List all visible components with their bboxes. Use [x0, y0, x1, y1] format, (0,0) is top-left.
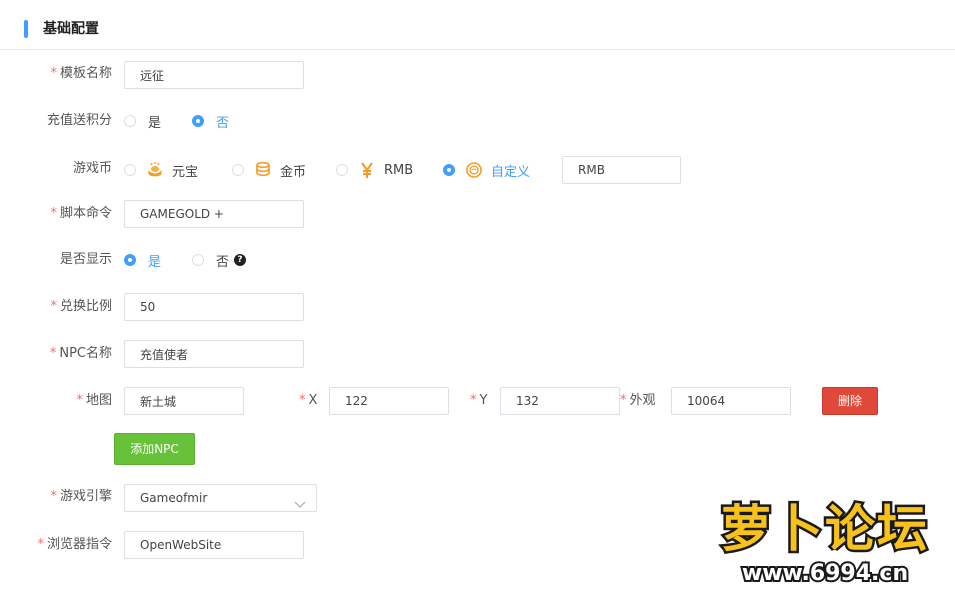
display-label: 是否显示 [59, 252, 112, 267]
watermark-url: www.6994.cn [742, 561, 908, 586]
template-name-input[interactable] [124, 61, 304, 89]
currency-rmb-radio[interactable]: RMB [336, 160, 413, 180]
recharge-points-yes-radio[interactable]: 是 [124, 111, 161, 131]
section-title: 基础配置 [43, 21, 99, 37]
npc-name-label: * NPC名称 [49, 346, 112, 361]
x-label: * X [299, 393, 318, 408]
game-engine-select[interactable]: Gameofmir [124, 484, 317, 512]
y-label: * Y [470, 393, 488, 408]
map-label: * 地图 [76, 393, 112, 408]
section-header: 基础配置 [0, 0, 955, 50]
currency-custom-radio[interactable]: 自定义 [443, 160, 530, 180]
custom-coin-icon [465, 161, 483, 179]
watermark-title: 萝卜论坛 [721, 500, 929, 558]
game-engine-label: * 游戏引擎 [50, 489, 112, 504]
x-input[interactable] [329, 387, 449, 415]
section-accent-bar [24, 20, 28, 38]
game-currency-label: 游戏币 [72, 161, 112, 176]
delete-npc-button[interactable]: 删除 [822, 387, 878, 415]
map-input[interactable] [124, 387, 244, 415]
ingot-icon [146, 161, 164, 179]
y-input[interactable] [500, 387, 620, 415]
currency-gold-radio[interactable]: 金币 [232, 160, 306, 180]
browser-command-input[interactable] [124, 531, 304, 559]
yen-icon [358, 161, 376, 179]
npc-name-input[interactable] [124, 340, 304, 368]
display-yes-radio[interactable]: 是 [124, 250, 161, 270]
browser-command-label: * 浏览器指令 [37, 537, 112, 552]
game-engine-value: Gameofmir [140, 491, 208, 505]
template-name-label: * 模板名称 [50, 66, 112, 81]
currency-ingot-radio[interactable]: 元宝 [124, 160, 198, 180]
script-command-input[interactable] [124, 200, 304, 228]
script-command-label: * 脚本命令 [50, 206, 112, 221]
look-label: * 外观 [620, 393, 656, 408]
exchange-ratio-input[interactable] [124, 293, 304, 321]
recharge-points-label: 充值送积分 [46, 113, 112, 128]
gold-coins-icon [254, 161, 272, 179]
look-input[interactable] [671, 387, 791, 415]
recharge-points-no-radio[interactable]: 否 [192, 111, 229, 131]
chevron-down-icon [294, 493, 306, 519]
forum-watermark-logo: 萝卜论坛 www.6994.cn [705, 488, 945, 589]
add-npc-button[interactable]: 添加NPC [114, 433, 195, 465]
display-no-radio[interactable]: 否 [192, 250, 229, 270]
exchange-ratio-label: * 兑换比例 [50, 299, 112, 314]
custom-currency-input[interactable] [562, 156, 681, 184]
help-icon[interactable]: ? [234, 254, 246, 266]
